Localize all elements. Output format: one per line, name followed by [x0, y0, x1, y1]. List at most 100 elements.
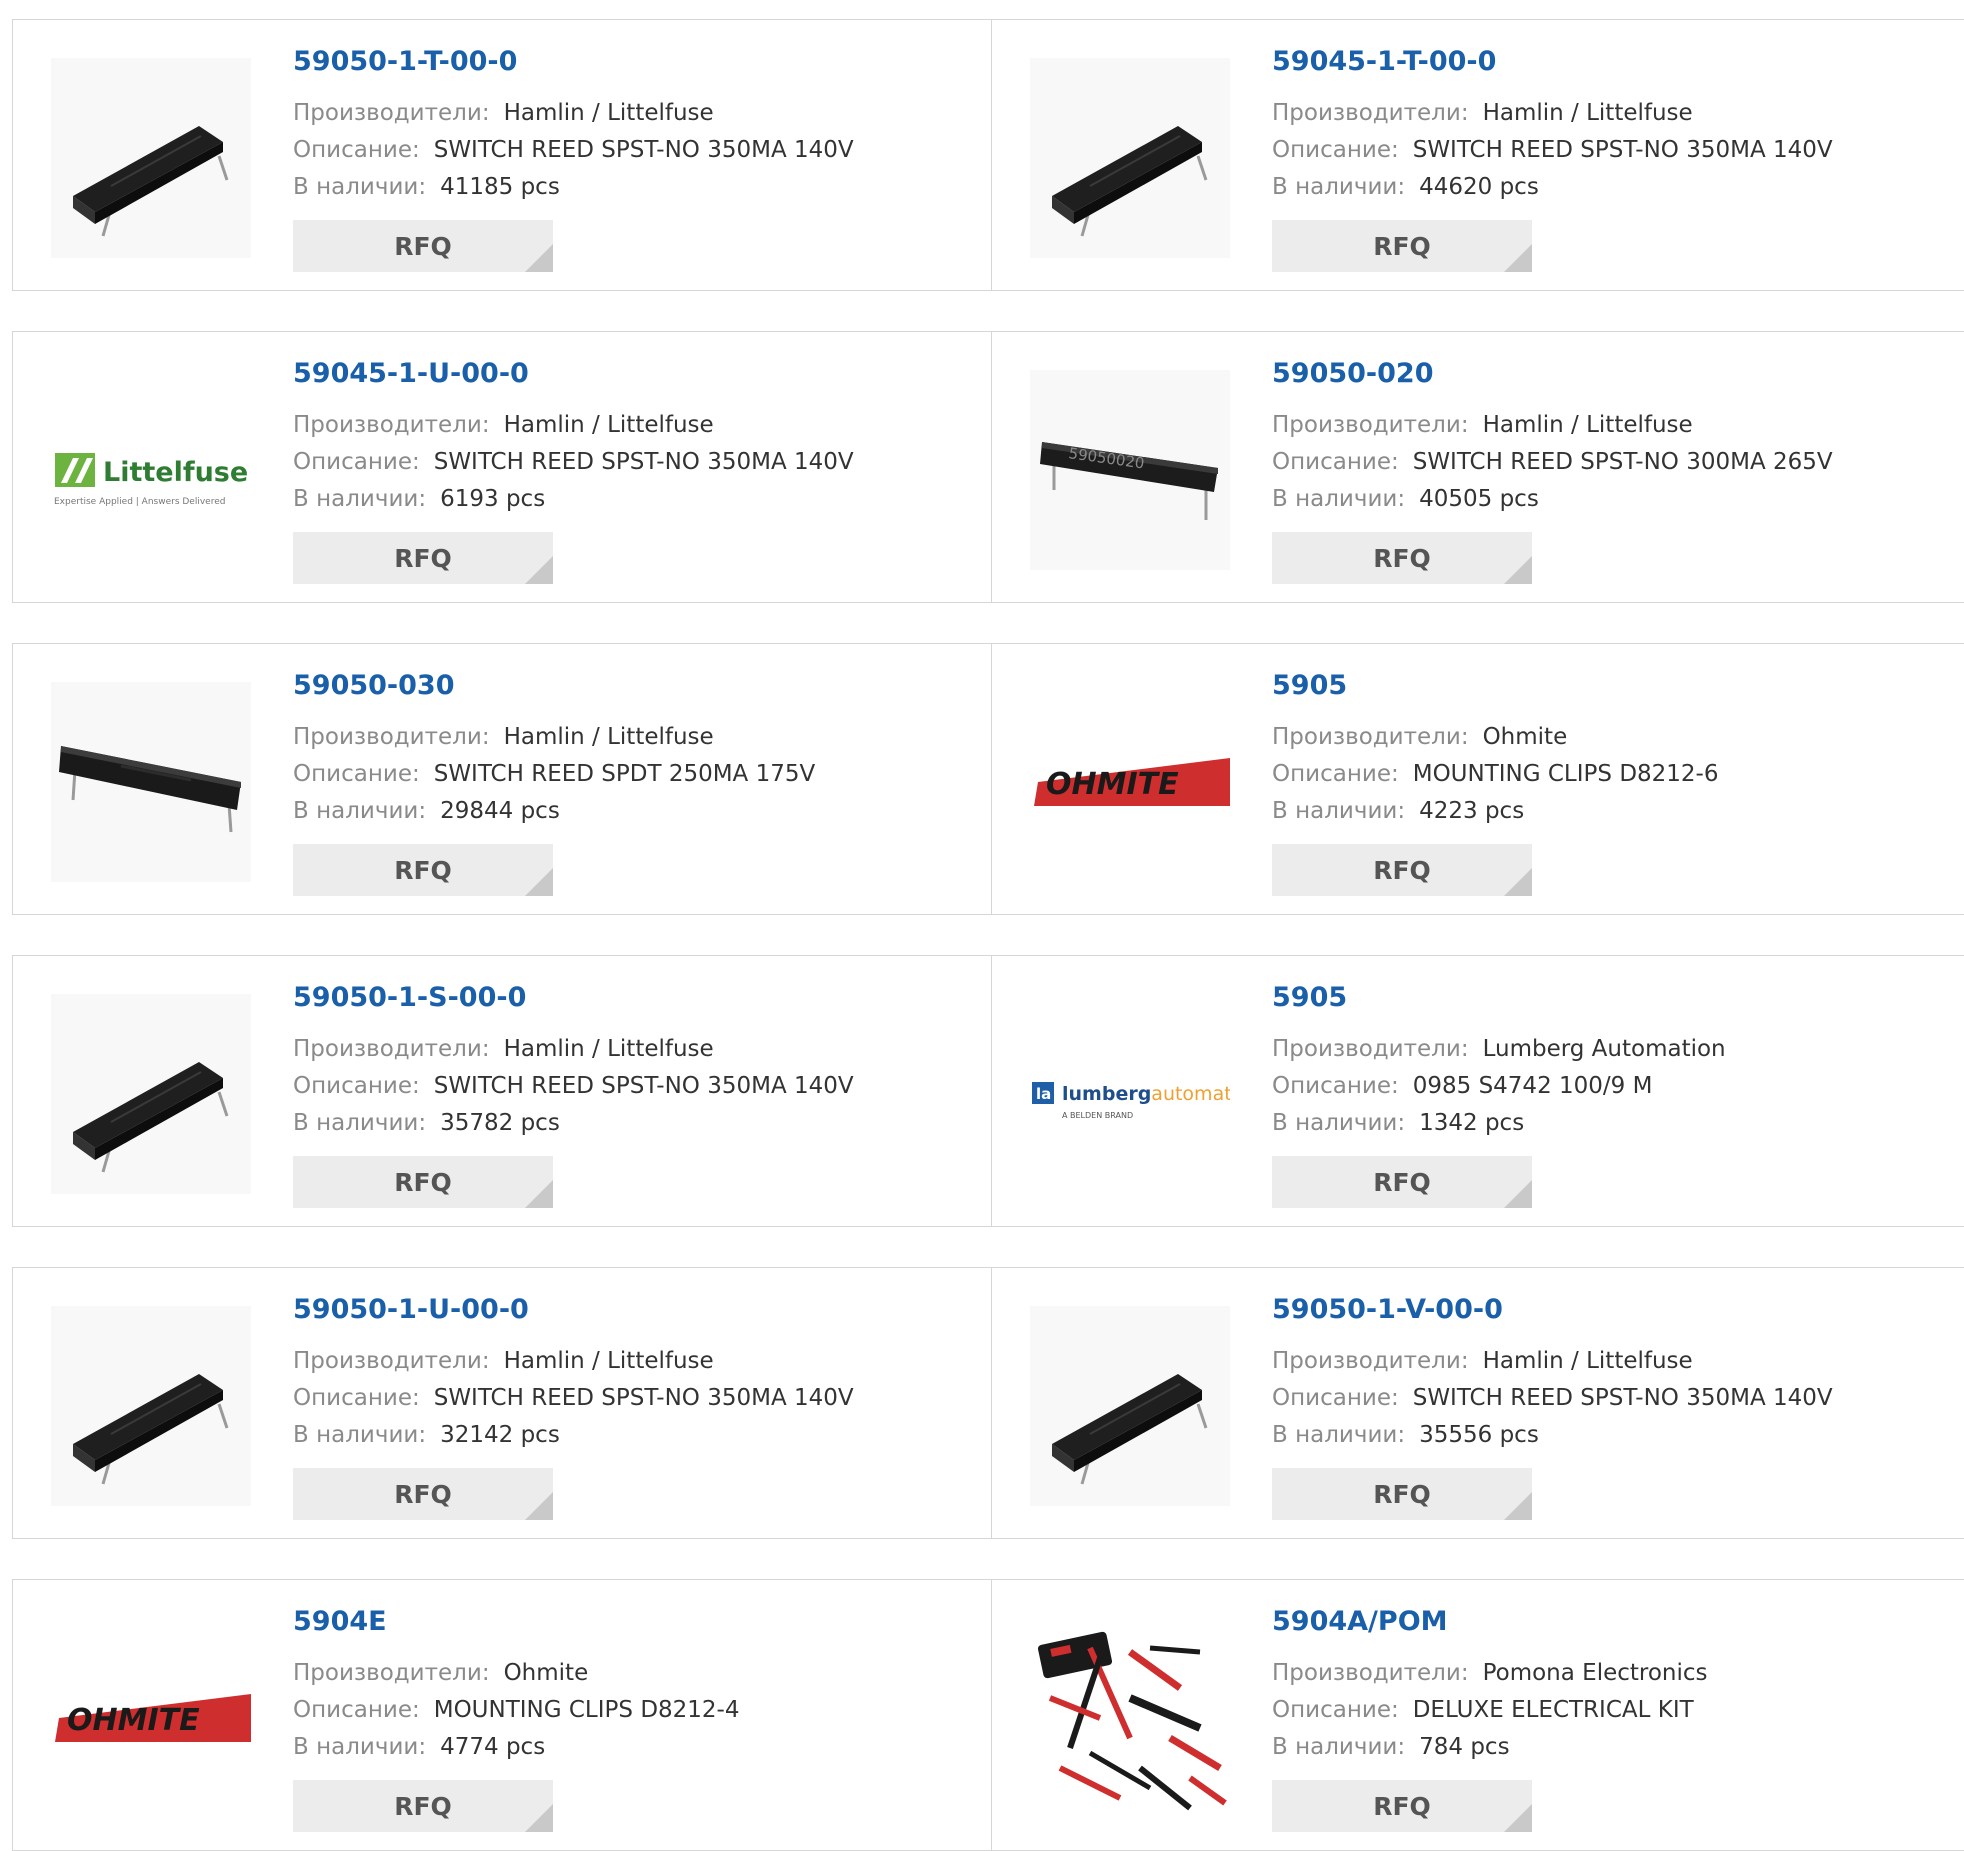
product-image[interactable]	[1030, 1306, 1230, 1506]
rfq-button[interactable]: RFQ	[293, 1468, 553, 1520]
manufacturer-label: Производители:	[293, 724, 490, 750]
part-number-link[interactable]: 59045-1-T-00-0	[1272, 48, 1833, 75]
rfq-button[interactable]: RFQ	[1272, 532, 1532, 584]
corner-fold-icon	[525, 1492, 553, 1520]
description-value: SWITCH REED SPDT 250MA 175V	[433, 761, 816, 787]
part-number-link[interactable]: 59045-1-U-00-0	[293, 360, 854, 387]
rfq-label: RFQ	[1373, 855, 1431, 885]
product-image[interactable]: OHMITE	[51, 1618, 251, 1818]
rfq-button[interactable]: RFQ	[1272, 1156, 1532, 1208]
rfq-button[interactable]: RFQ	[1272, 220, 1532, 272]
rfq-button[interactable]: RFQ	[1272, 1468, 1532, 1520]
littelfuse-wordmark: Littelfuse	[103, 457, 248, 488]
manufacturer-value: Hamlin / Littelfuse	[1482, 412, 1693, 438]
manufacturer-value: Hamlin / Littelfuse	[503, 1348, 714, 1374]
part-number-link[interactable]: 59050-1-V-00-0	[1272, 1296, 1833, 1323]
product-image[interactable]: Littelfuse Expertise Applied | Answers D…	[51, 370, 251, 570]
stock-label: В наличии:	[293, 1734, 427, 1760]
manufacturer-row: Производители: Lumberg Automation	[1272, 1031, 1726, 1068]
part-number-link[interactable]: 5905	[1272, 984, 1726, 1011]
part-number-link[interactable]: 59050-1-T-00-0	[293, 48, 854, 75]
rfq-label: RFQ	[394, 1791, 452, 1821]
part-number-link[interactable]: 59050-020	[1272, 360, 1833, 387]
product-image[interactable]	[1030, 1618, 1230, 1818]
automation-wordmark: automation	[1151, 1083, 1230, 1105]
rfq-button[interactable]: RFQ	[1272, 1780, 1532, 1832]
rfq-button[interactable]: RFQ	[293, 1156, 553, 1208]
product-image[interactable]	[1030, 58, 1230, 258]
description-row: Описание: SWITCH REED SPST-NO 350MA 140V	[293, 1380, 854, 1417]
corner-fold-icon	[525, 556, 553, 584]
product-image[interactable]: la lumbergautomation A BELDEN BRAND	[1030, 994, 1230, 1194]
description-row: Описание: MOUNTING CLIPS D8212-4	[293, 1692, 740, 1729]
stock-label: В наличии:	[1272, 798, 1406, 824]
corner-fold-icon	[1504, 556, 1532, 584]
stock-row: В наличии: 6193 pcs	[293, 481, 854, 518]
product-image[interactable]	[51, 682, 251, 882]
description-row: Описание: SWITCH REED SPST-NO 350MA 140V	[293, 1068, 854, 1105]
stock-value: 41185 pcs	[440, 174, 560, 200]
rfq-button[interactable]: RFQ	[293, 532, 553, 584]
description-value: DELUXE ELECTRICAL KIT	[1412, 1697, 1694, 1723]
description-row: Описание: SWITCH REED SPST-NO 350MA 140V	[293, 132, 854, 169]
manufacturer-value: Hamlin / Littelfuse	[503, 1036, 714, 1062]
ohmite-wordmark: OHMITE	[1046, 767, 1179, 802]
product-row: Littelfuse Expertise Applied | Answers D…	[12, 331, 1964, 603]
rfq-label: RFQ	[1373, 543, 1431, 573]
reed-switch-image	[73, 126, 229, 237]
part-number-link[interactable]: 59050-1-U-00-0	[293, 1296, 854, 1323]
stock-row: В наличии: 4223 pcs	[1272, 793, 1719, 830]
littelfuse-tagline: Expertise Applied | Answers Delivered	[54, 497, 225, 507]
part-number-link[interactable]: 59050-030	[293, 672, 815, 699]
manufacturer-label: Производители:	[1272, 1036, 1469, 1062]
corner-fold-icon	[525, 1180, 553, 1208]
corner-fold-icon	[1504, 1492, 1532, 1520]
belden-subline: A BELDEN BRAND	[1062, 1111, 1133, 1120]
part-number-link[interactable]: 5904E	[293, 1608, 740, 1635]
manufacturer-value: Hamlin / Littelfuse	[1482, 100, 1693, 126]
stock-row: В наличии: 4774 pcs	[293, 1729, 740, 1766]
rfq-button[interactable]: RFQ	[293, 1780, 553, 1832]
product-image[interactable]	[51, 58, 251, 258]
rfq-button[interactable]: RFQ	[293, 844, 553, 896]
rfq-label: RFQ	[394, 1167, 452, 1197]
corner-fold-icon	[525, 868, 553, 896]
product-card: 59050-030 Производители: Hamlin / Littelf…	[13, 644, 991, 914]
description-value: SWITCH REED SPST-NO 350MA 140V	[433, 137, 854, 163]
reed-switch-marked-image: 59050020	[1040, 442, 1218, 520]
corner-fold-icon	[1504, 244, 1532, 272]
product-image[interactable]: OHMITE	[1030, 682, 1230, 882]
stock-label: В наличии:	[1272, 1422, 1406, 1448]
product-row: 59050-1-U-00-0 Производители: Hamlin / Li…	[12, 1267, 1964, 1539]
description-label: Описание:	[293, 449, 420, 475]
description-value: MOUNTING CLIPS D8212-6	[1412, 761, 1719, 787]
product-image[interactable]: 59050020	[1030, 370, 1230, 570]
rfq-label: RFQ	[394, 231, 452, 261]
stock-row: В наличии: 35556 pcs	[1272, 1417, 1833, 1454]
part-number-link[interactable]: 5904A/POM	[1272, 1608, 1708, 1635]
manufacturer-row: Производители: Hamlin / Littelfuse	[293, 1031, 854, 1068]
reed-switch-flat-image	[59, 746, 241, 833]
product-row: OHMITE 5904E Производители: Ohmite Описан…	[12, 1579, 1964, 1851]
product-image[interactable]	[51, 994, 251, 1194]
corner-fold-icon	[525, 244, 553, 272]
description-value: SWITCH REED SPST-NO 350MA 140V	[433, 449, 854, 475]
stock-row: В наличии: 32142 pcs	[293, 1417, 854, 1454]
part-number-link[interactable]: 5905	[1272, 672, 1719, 699]
description-label: Описание:	[1272, 761, 1399, 787]
description-label: Описание:	[1272, 1073, 1399, 1099]
product-card: 59050020 59050-020 Производители: Hamlin …	[991, 332, 1964, 602]
manufacturer-row: Производители: Hamlin / Littelfuse	[1272, 407, 1833, 444]
manufacturer-row: Производители: Hamlin / Littelfuse	[293, 1343, 854, 1380]
product-card: Littelfuse Expertise Applied | Answers D…	[13, 332, 991, 602]
corner-fold-icon	[1504, 1180, 1532, 1208]
manufacturer-value: Ohmite	[503, 1660, 589, 1686]
part-number-link[interactable]: 59050-1-S-00-0	[293, 984, 854, 1011]
stock-value: 44620 pcs	[1419, 174, 1539, 200]
reed-switch-image	[1052, 1374, 1208, 1485]
stock-value: 40505 pcs	[1419, 486, 1539, 512]
product-image[interactable]	[51, 1306, 251, 1506]
rfq-button[interactable]: RFQ	[1272, 844, 1532, 896]
rfq-button[interactable]: RFQ	[293, 220, 553, 272]
product-card: 5904A/POM Производители: Pomona Electroni…	[991, 1580, 1964, 1850]
